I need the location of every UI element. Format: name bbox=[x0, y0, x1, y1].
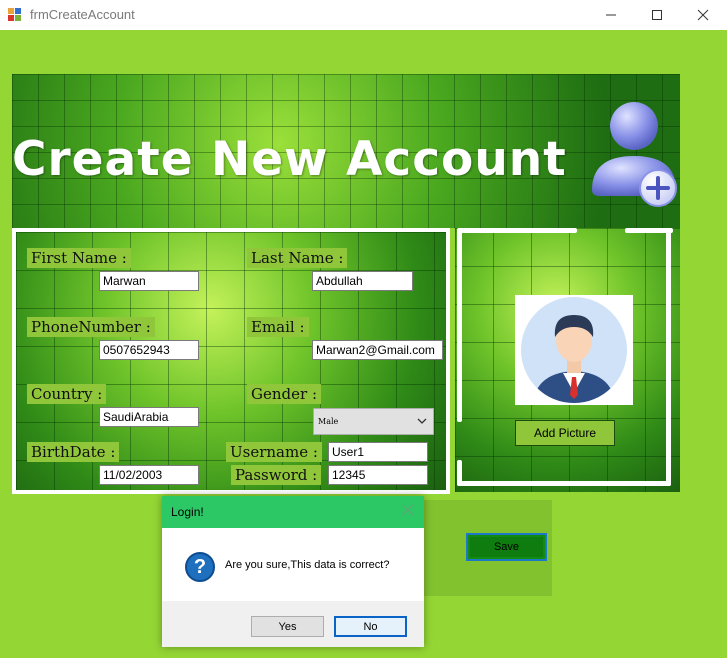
maximize-button[interactable] bbox=[634, 0, 680, 30]
yes-label: Yes bbox=[278, 620, 297, 633]
add-picture-label: Add Picture bbox=[533, 426, 597, 440]
app-icon bbox=[8, 8, 22, 22]
maximize-icon bbox=[652, 10, 662, 20]
dialog-close-icon[interactable] bbox=[402, 504, 414, 516]
close-button[interactable] bbox=[680, 0, 726, 30]
last-name-label: Last Name : bbox=[247, 248, 348, 268]
gender-value: Male bbox=[318, 417, 339, 426]
save-button[interactable]: Save bbox=[466, 533, 547, 561]
email-field[interactable]: Marwan2@Gmail.com bbox=[312, 340, 443, 360]
save-label: Save bbox=[470, 537, 543, 557]
window-title: frmCreateAccount bbox=[30, 7, 135, 22]
first-name-label: First Name : bbox=[27, 248, 131, 268]
add-user-icon bbox=[592, 102, 677, 207]
birthdate-label: BirthDate : bbox=[27, 442, 120, 462]
password-label: Password : bbox=[231, 465, 322, 485]
frame-line bbox=[457, 228, 462, 422]
dialog-footer: Yes No bbox=[162, 601, 424, 647]
gender-select[interactable]: Male bbox=[313, 408, 434, 435]
frame-line bbox=[457, 481, 671, 486]
user-avatar-icon bbox=[521, 297, 627, 403]
phone-number-label: PhoneNumber : bbox=[27, 317, 155, 337]
username-label: Username : bbox=[226, 442, 322, 462]
question-icon: ? bbox=[185, 552, 215, 582]
phone-number-field[interactable]: 0507652943 bbox=[99, 340, 199, 360]
chevron-down-icon bbox=[417, 418, 427, 424]
add-picture-button[interactable]: Add Picture bbox=[515, 420, 615, 446]
email-label: Email : bbox=[247, 317, 309, 337]
gender-label: Gender : bbox=[247, 384, 321, 404]
first-name-field[interactable]: Marwan bbox=[99, 271, 199, 291]
minimize-icon bbox=[606, 14, 616, 16]
title-bar: frmCreateAccount bbox=[0, 0, 727, 30]
confirm-dialog: Login! ? Are you sure,This data is corre… bbox=[162, 496, 424, 647]
birthdate-field[interactable]: 11/02/2003 bbox=[99, 465, 199, 485]
no-button[interactable]: No bbox=[334, 616, 407, 637]
dialog-message: Are you sure,This data is correct? bbox=[225, 559, 390, 571]
avatar bbox=[515, 295, 633, 405]
frame-line bbox=[457, 228, 577, 233]
no-label: No bbox=[363, 620, 378, 633]
banner-title: Create New Account bbox=[12, 132, 567, 187]
dialog-title: Login! bbox=[171, 505, 204, 519]
country-field[interactable]: SaudiArabia bbox=[99, 407, 199, 427]
country-label: Country : bbox=[27, 384, 107, 404]
banner: Create New Account bbox=[12, 74, 680, 228]
yes-button[interactable]: Yes bbox=[251, 616, 324, 637]
dialog-title-bar: Login! bbox=[162, 496, 424, 528]
frame-line bbox=[666, 228, 671, 486]
dialog-body: ? Are you sure,This data is correct? bbox=[162, 528, 424, 601]
username-field[interactable]: User1 bbox=[328, 442, 428, 462]
password-field[interactable]: 12345 bbox=[328, 465, 428, 485]
close-icon bbox=[697, 9, 709, 21]
last-name-field[interactable]: Abdullah bbox=[312, 271, 413, 291]
minimize-button[interactable] bbox=[588, 0, 634, 30]
